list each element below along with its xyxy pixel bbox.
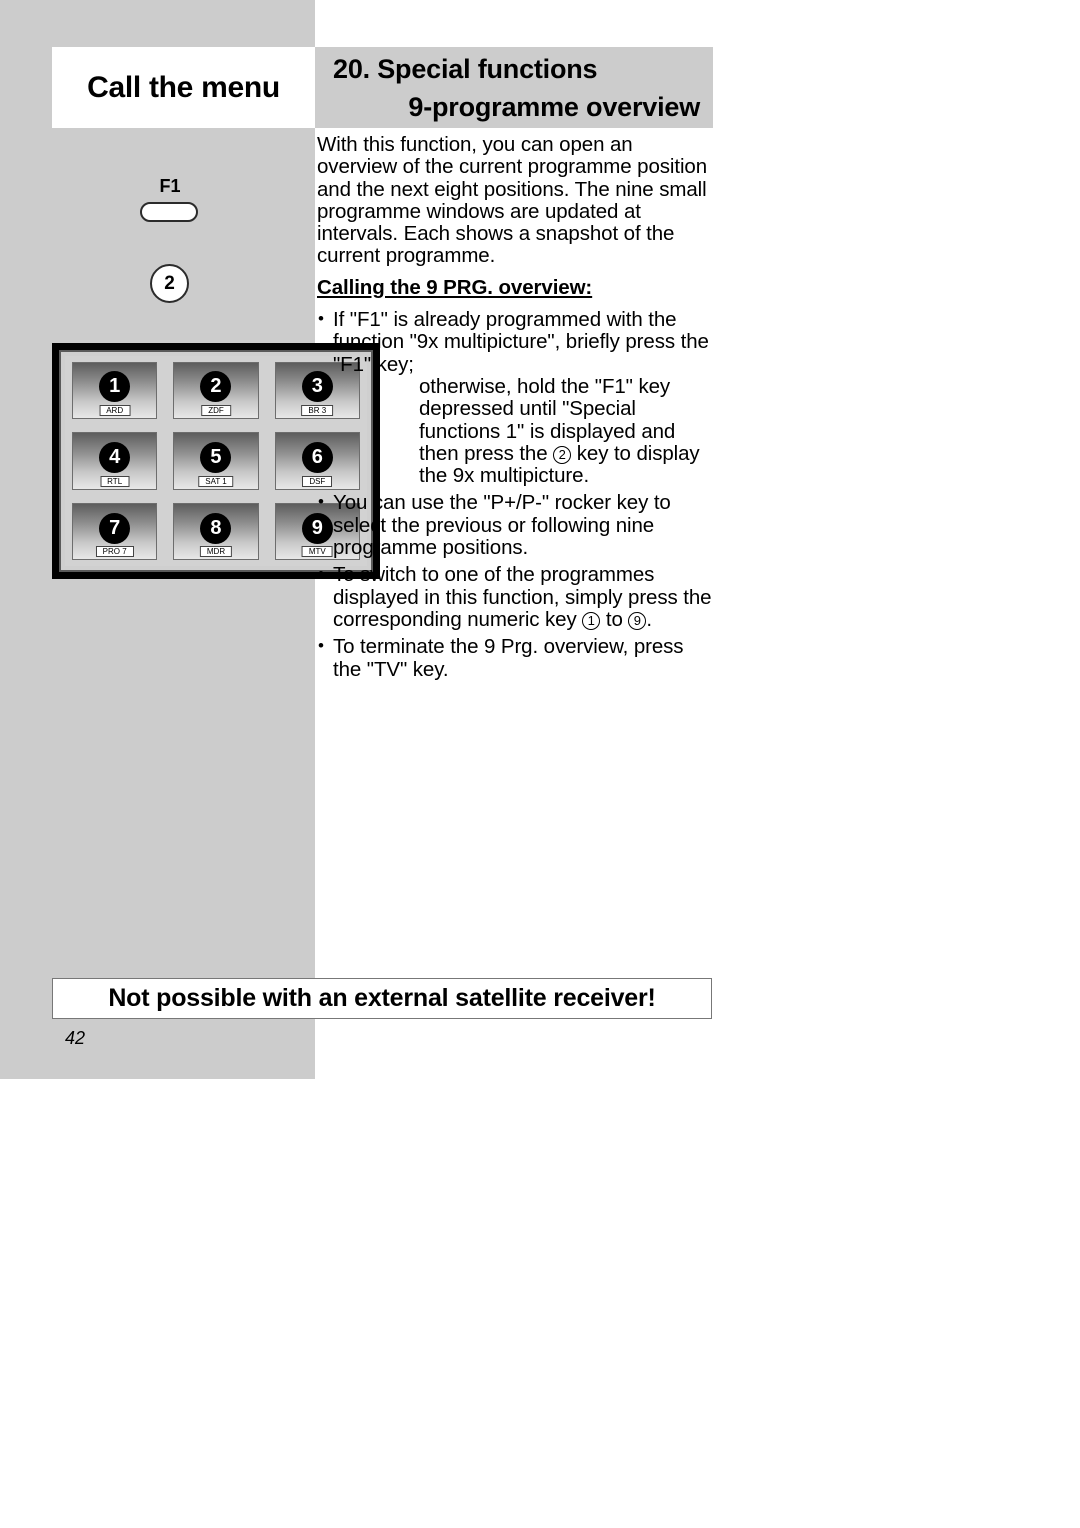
circled-key-1-icon: 1 bbox=[582, 611, 601, 630]
call-the-menu-box: Call the menu bbox=[52, 47, 315, 128]
tv-cell-channel-label: SAT 1 bbox=[198, 475, 234, 487]
tv-screen: 8 MDR bbox=[173, 502, 259, 561]
page-number: 42 bbox=[65, 1028, 86, 1048]
circled-key-2-icon: 2 bbox=[553, 445, 572, 464]
bullet-3-text-end: . bbox=[646, 607, 652, 631]
section-subheading: Calling the 9 PRG. overview: bbox=[317, 275, 593, 299]
tv-cell[interactable]: 5 SAT 1 bbox=[166, 426, 266, 496]
tv-cell-number: 8 bbox=[200, 512, 232, 544]
tv-cell-channel-label: ZDF bbox=[201, 405, 231, 417]
tv-cell-number: 5 bbox=[200, 441, 232, 473]
tv-cell[interactable]: 1 ARD bbox=[65, 356, 165, 425]
manual-page: Call the menu 20. Special functions 9-pr… bbox=[0, 0, 1080, 1528]
tv-cell-channel-label: PRO 7 bbox=[95, 546, 134, 558]
intro-paragraph: With this function, you can open an over… bbox=[317, 133, 708, 268]
bullet-item-2: You can use the "P+/P-" rocker key to se… bbox=[317, 491, 717, 559]
body-content: With this function, you can open an over… bbox=[317, 133, 717, 686]
call-the-menu-label: Call the menu bbox=[87, 70, 280, 104]
bullet-item-1: If "F1" is already programmed with the f… bbox=[317, 308, 717, 487]
tv-screen: 1 ARD bbox=[71, 361, 158, 420]
bullet-item-4: To terminate the 9 Prg. overview, press … bbox=[317, 635, 717, 681]
tv-screen: 2 ZDF bbox=[173, 361, 259, 420]
tv-cell-number: 4 bbox=[99, 441, 131, 473]
bullet-1-text-first: If "F1" is already programmed with the f… bbox=[333, 308, 709, 376]
warning-banner-text: Not possible with an external satellite … bbox=[108, 984, 656, 1012]
tv-cell[interactable]: 2 ZDF bbox=[166, 356, 266, 425]
bullet-3-text-lead: To switch to one of the programmes displ… bbox=[333, 563, 712, 631]
bullet-3-text-mid: to bbox=[605, 607, 623, 631]
numeric-key-2-button[interactable]: 2 bbox=[150, 264, 189, 303]
tv-cell-channel-label: RTL bbox=[100, 475, 130, 487]
bullet-1-indented-text: otherwise, hold the "F1" key depressed u… bbox=[333, 375, 717, 487]
tv-screen: 5 SAT 1 bbox=[173, 432, 259, 490]
f1-key-button[interactable] bbox=[140, 202, 198, 222]
tv-cell-number: 1 bbox=[99, 371, 131, 403]
tv-cell[interactable]: 8 MDR bbox=[166, 497, 266, 566]
tv-screen: 7 PRO 7 bbox=[71, 502, 158, 561]
tv-cell[interactable]: 4 RTL bbox=[65, 426, 165, 496]
page-title: 20. Special functions 9-programme overvi… bbox=[330, 50, 708, 128]
page-title-line-1: 20. Special functions bbox=[333, 54, 598, 84]
tv-cell[interactable]: 7 PRO 7 bbox=[65, 497, 165, 566]
warning-banner: Not possible with an external satellite … bbox=[52, 978, 712, 1019]
tv-cell-number: 7 bbox=[99, 512, 131, 544]
circled-key-9-icon: 9 bbox=[628, 611, 647, 630]
bullet-item-3: To switch to one of the programmes displ… bbox=[317, 563, 717, 631]
tv-cell-number: 2 bbox=[200, 371, 232, 403]
tv-cell-channel-label: MDR bbox=[199, 546, 233, 558]
tv-screen: 4 RTL bbox=[71, 432, 158, 490]
tv-cell-channel-label: ARD bbox=[99, 405, 131, 417]
page-title-line-2: 9-programme overview bbox=[408, 92, 700, 122]
f1-key-label: F1 bbox=[159, 176, 181, 196]
